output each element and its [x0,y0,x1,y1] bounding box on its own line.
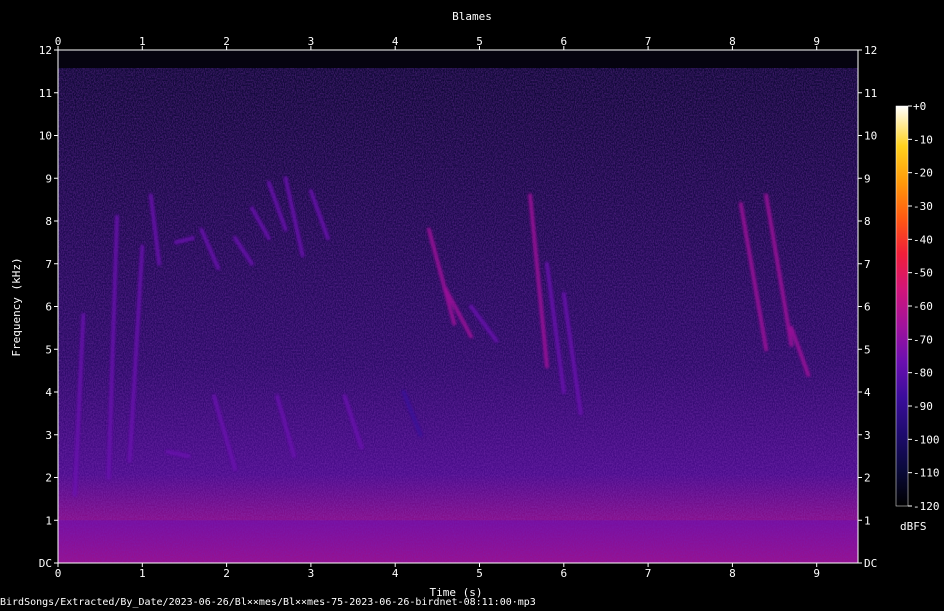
colorbar: +0 -10 -20 -30 -40 -50 -60 -70 -80 -90 -100 -110 -12… [895,100,940,533]
colorbar-tick-label: -30 [913,200,933,213]
colorbar-tick-label: +0 [913,100,926,113]
x-tick-label-top: 5 [476,35,483,48]
x-tick-label-top: 2 [223,35,230,48]
x-tick-label-bottom: 3 [308,567,315,580]
colorbar-ticks: +0 -10 -20 -30 -40 -50 -60 -70 -80 -90 -100 -110 -12… [908,100,940,513]
y-tick-label-right: 2 [864,472,871,485]
x-tick-label-bottom: 9 [813,567,820,580]
file-path: BirdSongs/Extracted/By_Date/2023-06-26/B… [0,597,536,608]
x-tick-label-top: 3 [308,35,315,48]
y-axis-label: Frequency (kHz) [10,257,23,356]
y-tick-label-left: 3 [45,429,52,442]
y-tick-label-left: 5 [45,343,52,356]
y-tick-label-left: 6 [45,301,52,314]
y-tick-label-right: 6 [864,301,871,314]
colorbar-tick-label: -80 [913,367,933,380]
y-tick-label-right: DC [864,557,877,570]
y-tick-label-left: 10 [39,130,52,143]
spectrogram-figure: Blames 00112233445566778899 DC DC1 12 23 34 4… [10,10,940,599]
x-tick-label-top: 6 [560,35,567,48]
y-tick-label-right: 3 [864,429,871,442]
y-tick-label-left: 1 [45,514,52,527]
low-frequency-band [58,520,858,563]
colorbar-tick-label: -50 [913,267,933,280]
x-tick-label-bottom: 0 [55,567,62,580]
x-tick-label-top: 9 [813,35,820,48]
y-tick-label-right: 12 [864,44,877,57]
y-tick-label-left: 7 [45,258,52,271]
y-tick-label-right: 10 [864,130,877,143]
y-tick-label-left: 4 [45,386,52,399]
x-tick-label-top: 8 [729,35,736,48]
x-tick-label-bottom: 5 [476,567,483,580]
colorbar-tick-label: -120 [913,500,940,513]
y-tick-label-left: 9 [45,172,52,185]
colorbar-label: dBFS [900,520,927,533]
colorbar-tick-label: -110 [913,467,940,480]
y-tick-label-right: 4 [864,386,871,399]
spectrogram-plot [58,50,858,563]
colorbar-tick-label: -70 [913,333,933,346]
x-tick-label-bottom: 2 [223,567,230,580]
y-tick-label-right: 8 [864,215,871,228]
y-tick-label-left: 11 [39,87,52,100]
colorbar-tick-label: -90 [913,400,933,413]
chart-title: Blames [452,10,492,23]
x-tick-label-top: 7 [645,35,652,48]
y-tick-label-right: 1 [864,514,871,527]
colorbar-tick-label: -40 [913,233,933,246]
y-tick-label-right: 5 [864,343,871,356]
colorbar-tick-label: -10 [913,133,933,146]
y-tick-label-left: DC [39,557,52,570]
colorbar-tick-label: -100 [913,433,940,446]
y-tick-label-right: 11 [864,87,877,100]
x-tick-label-bottom: 1 [139,567,146,580]
y-tick-label-right: 9 [864,172,871,185]
x-tick-label-top: 1 [139,35,146,48]
y-tick-label-left: 8 [45,215,52,228]
y-tick-label-left: 2 [45,472,52,485]
colorbar-tick-label: -20 [913,167,933,180]
x-tick-label-bottom: 8 [729,567,736,580]
y-tick-label-left: 12 [39,44,52,57]
colorbar-tick-label: -60 [913,300,933,313]
x-tick-label-bottom: 6 [560,567,567,580]
x-tick-label-top: 0 [55,35,62,48]
y-tick-label-right: 7 [864,258,871,271]
x-tick-label-bottom: 7 [645,567,652,580]
x-tick-label-top: 4 [392,35,399,48]
colorbar-scale [895,105,909,507]
x-tick-label-bottom: 4 [392,567,399,580]
